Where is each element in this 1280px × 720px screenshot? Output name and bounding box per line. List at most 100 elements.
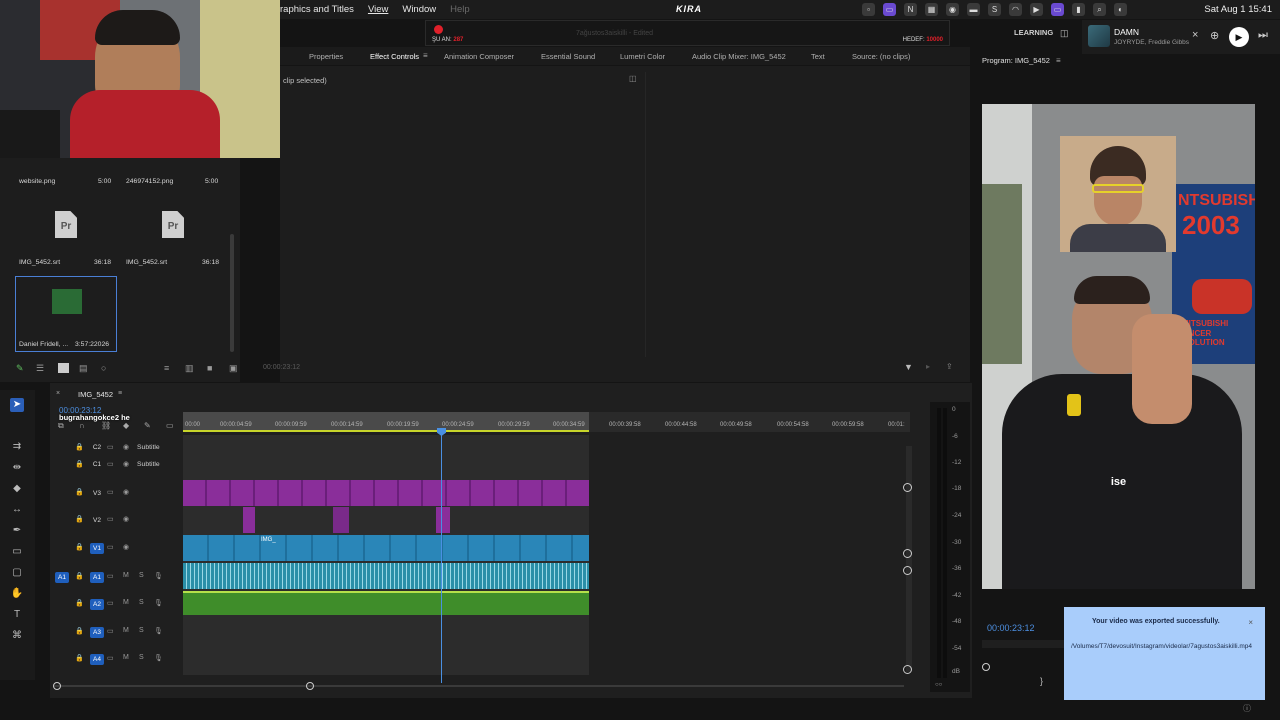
captions-icon[interactable]: ▭ — [166, 421, 174, 430]
source-patch-a1[interactable]: A1 — [55, 572, 69, 583]
zoom-slider-icon[interactable]: ○ — [101, 363, 106, 373]
workspace-menu-icon[interactable]: ◫ — [1060, 28, 1069, 39]
lock-icon[interactable]: 🔒 — [75, 515, 84, 523]
tab-essential-sound[interactable]: Essential Sound — [541, 52, 595, 61]
program-monitor-video[interactable]: NTSUBISH 2003 MITSUBISHI LANCER EVOLUTIO… — [982, 104, 1255, 589]
tray-icon[interactable]: N — [904, 3, 917, 16]
info-icon[interactable]: ⓘ — [1243, 703, 1251, 714]
program-timecode[interactable]: 00:00:23:12 — [987, 623, 1035, 633]
sync-icon[interactable]: ▭ — [107, 627, 114, 635]
tray-icon[interactable]: ▦ — [925, 3, 938, 16]
sync-icon[interactable]: ▭ — [107, 572, 114, 580]
lock-icon[interactable]: 🔒 — [75, 654, 84, 662]
play-icon[interactable]: ▶ — [1030, 3, 1043, 16]
sync-icon[interactable]: ▭ — [107, 443, 114, 451]
pen-tool-icon[interactable]: ✒ — [10, 524, 24, 538]
mic-icon[interactable]: 🎙 — [154, 654, 163, 662]
track-label[interactable]: V3 — [90, 488, 104, 499]
lock-icon[interactable]: 🔒 — [75, 627, 84, 635]
screen-record-icon[interactable]: ▭ — [883, 3, 896, 16]
wifi-icon[interactable]: ◠ — [1009, 3, 1022, 16]
sequence-menu-icon[interactable]: ≡ — [118, 390, 122, 397]
tab-properties[interactable]: Properties — [309, 52, 343, 61]
project-scrollbar[interactable] — [230, 234, 234, 352]
mute-icon[interactable]: M — [123, 627, 129, 634]
tab-source[interactable]: Source: (no clips) — [852, 52, 910, 61]
project-item-name[interactable]: website.png — [19, 178, 55, 185]
track-label[interactable]: V1 — [90, 543, 104, 554]
sync-icon[interactable]: ▭ — [107, 460, 114, 468]
freeform-view-icon[interactable]: ▤ — [79, 363, 88, 374]
track-select-icon[interactable]: ⇉ — [10, 440, 24, 454]
eye-icon[interactable]: ◉ — [123, 543, 129, 551]
mute-icon[interactable]: M — [123, 572, 129, 579]
track-height-handle[interactable] — [903, 549, 912, 558]
razor-tool-icon[interactable]: ◆ — [10, 482, 24, 496]
wrench-icon[interactable]: ✎ — [144, 421, 151, 430]
workspace-learning[interactable]: LEARNING — [1014, 28, 1053, 37]
mute-icon[interactable]: M — [123, 654, 129, 661]
lock-icon[interactable]: 🔒 — [75, 443, 84, 451]
program-scrubber[interactable] — [982, 661, 1064, 671]
time-ruler[interactable]: 00:00 00:00:04:59 00:00:09:59 00:00:14:5… — [183, 412, 910, 432]
menu-graphics-titles[interactable]: raphics and Titles — [280, 4, 354, 15]
toast-path[interactable]: /Volumes/T7/devosuit/Instagram/videolar/… — [1071, 642, 1256, 651]
icon-view-icon[interactable] — [58, 363, 69, 373]
ripple-edit-icon[interactable]: ⇹ — [10, 461, 24, 475]
track-height-handle[interactable] — [903, 566, 912, 575]
marker-icon[interactable]: ◆ — [123, 421, 129, 430]
new-item-icon[interactable]: ▣ — [229, 363, 238, 374]
tab-animation-composer[interactable]: Animation Composer — [444, 52, 514, 61]
battery-icon[interactable]: ▮ — [1072, 3, 1085, 16]
sync-icon[interactable]: ▭ — [107, 599, 114, 607]
automate-icon[interactable]: ▥ — [185, 363, 194, 374]
track-height-handle[interactable] — [903, 483, 912, 492]
solo-icon[interactable]: S — [139, 627, 144, 634]
solo-icon[interactable]: S — [139, 572, 144, 579]
track-label[interactable]: A2 — [90, 599, 104, 610]
horizontal-scrollbar[interactable] — [54, 685, 904, 687]
search-icon[interactable]: ⌕ — [1093, 3, 1106, 16]
v2-clip[interactable] — [333, 507, 349, 533]
sequence-name[interactable]: IMG_5452 — [78, 390, 113, 399]
nest-icon[interactable]: ⧉ — [58, 421, 64, 431]
premiere-file-icon[interactable]: Pr — [55, 211, 77, 238]
play-only-icon[interactable]: ▸ — [926, 362, 930, 371]
lock-icon[interactable]: 🔒 — [75, 460, 84, 468]
solo-icon[interactable]: S — [139, 599, 144, 606]
close-icon[interactable]: × — [1192, 29, 1198, 41]
tray-icon[interactable]: ▫ — [862, 3, 875, 16]
solo-icon[interactable]: S — [139, 654, 144, 661]
track-label[interactable]: C1 — [90, 459, 104, 470]
track-height-handle[interactable] — [903, 665, 912, 674]
export-icon[interactable]: ⇪ — [946, 362, 953, 371]
tray-icon[interactable]: ▬ — [967, 3, 980, 16]
menu-help[interactable]: Help — [450, 4, 470, 15]
mic-icon[interactable]: 🎙 — [154, 572, 163, 580]
sync-icon[interactable]: ▭ — [107, 515, 114, 523]
clock[interactable]: Sat Aug 1 15:41 — [1204, 4, 1272, 15]
toggle-timeline-icon[interactable]: ◫ — [629, 74, 637, 83]
v2-clip[interactable] — [436, 507, 450, 533]
control-center-icon[interactable]: ◐ — [1114, 3, 1127, 16]
tab-effect-controls[interactable]: Effect Controls — [370, 52, 420, 67]
rectangle-tool-icon[interactable]: ▭ — [10, 545, 24, 559]
v3-clips[interactable] — [183, 480, 589, 506]
track-label[interactable]: A3 — [90, 627, 104, 638]
tab-audio-clip-mixer[interactable]: Audio Clip Mixer: IMG_5452 — [692, 52, 786, 61]
sync-icon[interactable]: ▭ — [107, 543, 114, 551]
captions-tool-icon[interactable]: ⌘ — [10, 629, 24, 643]
list-view-icon[interactable]: ☰ — [36, 363, 44, 374]
menu-view[interactable]: View — [368, 4, 388, 15]
tab-lumetri-color[interactable]: Lumetri Color — [620, 52, 665, 61]
filter-icon[interactable]: ▼ — [904, 362, 913, 372]
a2-music-clip[interactable] — [183, 591, 589, 615]
program-menu-icon[interactable]: ≡ — [1056, 56, 1061, 65]
v1-clips[interactable]: IMG_ — [183, 535, 589, 561]
premiere-file-icon[interactable]: Pr — [162, 211, 184, 238]
lock-icon[interactable]: 🔒 — [75, 543, 84, 551]
mark-out-icon[interactable]: } — [1040, 676, 1043, 686]
sync-icon[interactable]: ▭ — [107, 654, 114, 662]
menu-window[interactable]: Window — [402, 4, 436, 15]
eye-icon[interactable]: ◉ — [123, 460, 129, 468]
